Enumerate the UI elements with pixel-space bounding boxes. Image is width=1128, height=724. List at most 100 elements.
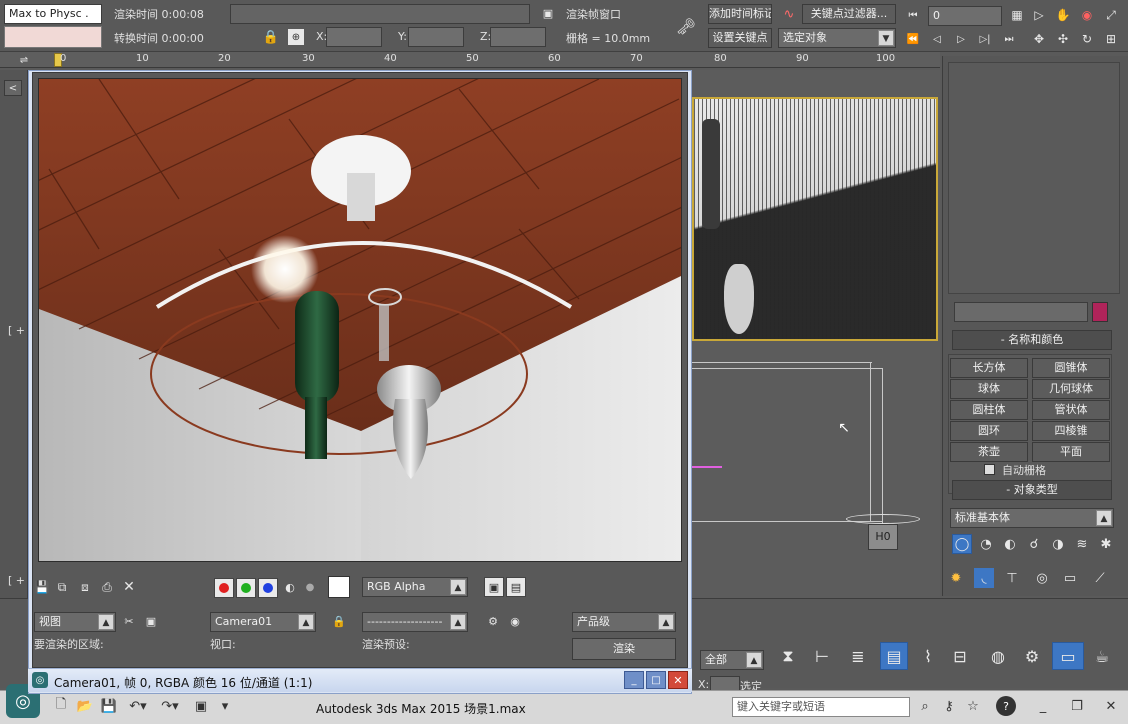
edit-region-icon[interactable]: ✂ bbox=[120, 612, 138, 630]
channel-display-dropdown[interactable]: RGB Alpha ▲ bbox=[362, 577, 468, 597]
search-input[interactable]: 键入关键字或短语 bbox=[732, 697, 910, 717]
maximize-viewport-icon[interactable]: ⤢ bbox=[1102, 6, 1120, 24]
red-channel-button[interactable] bbox=[214, 578, 234, 598]
chevron-down-icon[interactable]: ▼ bbox=[878, 30, 894, 46]
x-coordinate-field[interactable] bbox=[326, 27, 382, 47]
systems-icon[interactable]: ✱ bbox=[1096, 534, 1116, 554]
create-tab-icon[interactable]: ◟ bbox=[974, 568, 994, 588]
chevron-down-icon[interactable]: ▲ bbox=[98, 614, 114, 630]
favorites-icon[interactable]: ☆ bbox=[964, 697, 982, 715]
autogrid-checkbox[interactable] bbox=[984, 464, 995, 475]
primitive-type-dropdown[interactable]: 标准基本体 ▲ bbox=[950, 508, 1114, 528]
render-preset-dropdown[interactable]: ------------------- ▲ bbox=[362, 612, 468, 632]
maxscript-output[interactable] bbox=[4, 26, 102, 48]
clear-icon[interactable]: ✕ bbox=[120, 578, 138, 596]
mono-icon[interactable]: ● bbox=[302, 578, 318, 596]
binoculars-icon[interactable]: ⌕ bbox=[916, 697, 934, 715]
play-icon[interactable]: ▷ bbox=[1030, 6, 1048, 24]
render-setup-icon[interactable]: ⚙ bbox=[1018, 642, 1046, 670]
absolute-mode-icon[interactable]: ⊕ bbox=[288, 29, 304, 45]
motion-icon[interactable]: ◎ bbox=[1032, 568, 1052, 588]
chevron-down-icon[interactable]: ▲ bbox=[746, 652, 762, 668]
shapes-icon[interactable]: ◔ bbox=[976, 534, 996, 554]
lock-viewport-icon[interactable]: 🔒 bbox=[330, 612, 348, 630]
name-and-color-rollout[interactable]: - 名称和颜色 bbox=[952, 330, 1112, 350]
align-icon[interactable]: ⊢ bbox=[808, 642, 836, 670]
minimize-icon[interactable]: _ bbox=[1034, 697, 1052, 715]
play-animation-icon[interactable]: ▷ bbox=[952, 30, 970, 48]
layer-manager-icon[interactable]: ≣ bbox=[844, 642, 872, 670]
zoom-extents-icon[interactable]: ⊞ bbox=[1102, 30, 1120, 48]
curve-editor-icon[interactable]: ⌇ bbox=[914, 642, 942, 670]
orbit-icon[interactable]: ◉ bbox=[1078, 6, 1096, 24]
camera-viewport[interactable] bbox=[692, 97, 938, 341]
viewport-label-left[interactable]: [ + bbox=[8, 324, 25, 337]
color-swatch-display[interactable] bbox=[328, 576, 350, 598]
walk-icon[interactable]: ✋ bbox=[1054, 6, 1072, 24]
chevron-down-icon[interactable]: ▲ bbox=[1096, 510, 1112, 526]
render-button[interactable]: 渲染 bbox=[572, 638, 676, 660]
material-editor-icon[interactable]: ◍ bbox=[984, 642, 1012, 670]
chevron-down-icon[interactable]: ▲ bbox=[450, 579, 466, 595]
chevron-down-icon[interactable]: ▲ bbox=[298, 614, 314, 630]
render-window-maximize-icon[interactable]: □ bbox=[646, 671, 666, 689]
render-production-icon[interactable]: ☕ bbox=[1088, 642, 1116, 670]
close-icon[interactable]: ✕ bbox=[1102, 697, 1120, 715]
clone-window-icon[interactable]: ⧈ bbox=[76, 578, 94, 596]
render-window-close-icon[interactable]: ✕ bbox=[668, 671, 688, 689]
maxscript-listener[interactable]: Max to Physc . bbox=[4, 4, 102, 24]
alpha-channel-icon[interactable]: ◐ bbox=[282, 578, 298, 596]
go-to-end-icon[interactable]: ⏭ bbox=[1000, 30, 1018, 48]
set-key-button[interactable]: 设置关键点 bbox=[708, 28, 772, 48]
area-to-render-dropdown[interactable]: 视图 ▲ bbox=[34, 612, 116, 632]
scene-explorer-icon[interactable]: ▤ bbox=[880, 642, 908, 670]
lock-selection-icon[interactable]: 🔒 bbox=[263, 29, 279, 45]
copy-image-icon[interactable]: ⧉ bbox=[54, 578, 70, 596]
hierarchy-icon[interactable]: ⊤ bbox=[1002, 568, 1022, 588]
restore-icon[interactable]: ❐ bbox=[1068, 697, 1086, 715]
y-coordinate-field[interactable] bbox=[408, 27, 464, 47]
environment-icon[interactable]: ◉ bbox=[506, 612, 524, 630]
save-file-icon[interactable]: 💾 bbox=[100, 697, 118, 715]
redo-icon[interactable]: ↷▾ bbox=[156, 697, 184, 715]
help-icon[interactable]: ? bbox=[996, 696, 1016, 716]
chevron-down-icon[interactable]: ▲ bbox=[658, 614, 674, 630]
viewport-dropdown[interactable]: Camera01 ▲ bbox=[210, 612, 316, 632]
current-frame-field[interactable]: 0 bbox=[928, 6, 1002, 26]
helpers-icon[interactable]: ◑ bbox=[1048, 534, 1068, 554]
save-image-icon[interactable]: 💾 bbox=[34, 578, 50, 596]
toggle-ui-overlay-icon[interactable]: ▣ bbox=[484, 577, 504, 597]
zoom-all-icon[interactable]: ✣ bbox=[1054, 30, 1072, 48]
geosphere-button[interactable]: 几何球体 bbox=[1032, 379, 1110, 399]
add-time-tag-button[interactable]: 添加时间标记 bbox=[708, 4, 772, 24]
toggle-ui-icon[interactable]: ▤ bbox=[506, 577, 526, 597]
geometry-icon[interactable]: ◯ bbox=[952, 534, 972, 554]
green-channel-button[interactable] bbox=[236, 578, 256, 598]
render-mode-dropdown[interactable]: 产品级 ▲ bbox=[572, 612, 676, 632]
undo-icon[interactable]: ↶▾ bbox=[124, 697, 152, 715]
auto-region-icon[interactable]: ▣ bbox=[142, 612, 160, 630]
collapse-arrow-icon[interactable]: < bbox=[4, 80, 22, 96]
torus-button[interactable]: 圆环 bbox=[950, 421, 1028, 441]
color-swatch[interactable] bbox=[1092, 302, 1108, 322]
object-name-field[interactable] bbox=[954, 302, 1088, 322]
subscription-icon[interactable]: ⚷ bbox=[940, 697, 958, 715]
workspace-icon[interactable]: ▾ bbox=[216, 697, 234, 715]
chevron-down-icon[interactable]: ▲ bbox=[450, 614, 466, 630]
lights-icon[interactable]: ◐ bbox=[1000, 534, 1020, 554]
plane-button[interactable]: 平面 bbox=[1032, 442, 1110, 462]
pyramid-button[interactable]: 四棱锥 bbox=[1032, 421, 1110, 441]
sun-icon[interactable]: ✹ bbox=[946, 568, 966, 588]
cone-button[interactable]: 圆锥体 bbox=[1032, 358, 1110, 378]
render-canvas[interactable] bbox=[38, 78, 682, 562]
print-icon[interactable]: ⎙ bbox=[98, 578, 116, 596]
cameras-icon[interactable]: ☌ bbox=[1024, 534, 1044, 554]
viewport-config-icon[interactable]: ▦ bbox=[1008, 6, 1026, 24]
render-window-icon[interactable]: ▣ bbox=[540, 4, 556, 22]
spacewarps-icon[interactable]: ≋ bbox=[1072, 534, 1092, 554]
prev-key-icon[interactable]: ◁ bbox=[928, 30, 946, 48]
zoom-icon[interactable]: ✥ bbox=[1030, 30, 1048, 48]
tube-button[interactable]: 管状体 bbox=[1032, 400, 1110, 420]
blue-channel-button[interactable] bbox=[258, 578, 278, 598]
rendered-frame-window-icon[interactable]: ▭ bbox=[1052, 642, 1084, 670]
